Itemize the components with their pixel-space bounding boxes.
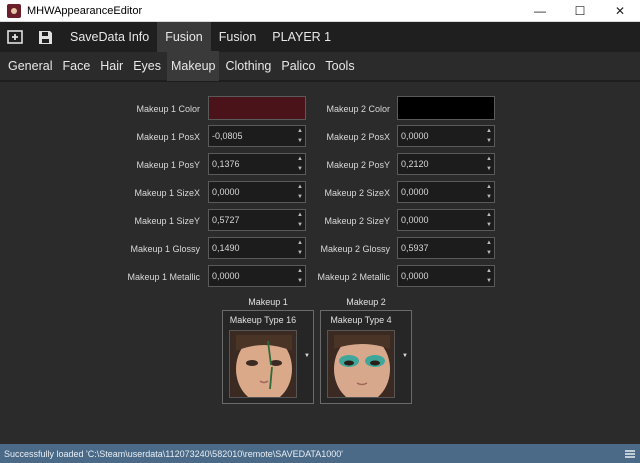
tab-tools[interactable]: Tools: [321, 51, 358, 81]
makeup1-type-picker[interactable]: Makeup Type 16 ▼: [222, 310, 314, 404]
makeup2-metallic-value: 0,0000: [401, 271, 429, 281]
makeup1-posy-label: Makeup 1 PosY: [136, 160, 200, 170]
tab-fusion-active[interactable]: Fusion: [157, 22, 211, 52]
tab-eyes[interactable]: Eyes: [129, 51, 165, 81]
status-bar: Successfully loaded 'C:\Steam\userdata\1…: [0, 444, 640, 463]
makeup2-glossy-value: 0,5937: [401, 243, 429, 253]
tab-face[interactable]: Face: [58, 51, 94, 81]
spinner-arrows-icon[interactable]: ▲ ▼: [484, 238, 494, 258]
makeup2-metallic-input[interactable]: 0,0000 ▲ ▼: [397, 265, 495, 287]
makeup2-sizey-label: Makeup 2 SizeY: [324, 216, 390, 226]
spinner-arrows-icon[interactable]: ▲ ▼: [484, 266, 494, 286]
window-title: MHWAppearanceEditor: [27, 4, 143, 17]
makeup2-color-label: Makeup 2 Color: [326, 104, 390, 114]
tab-savedata-info[interactable]: SaveData Info: [62, 22, 157, 52]
tab-makeup[interactable]: Makeup: [167, 51, 220, 81]
spinner-arrows-icon[interactable]: ▲ ▼: [484, 210, 494, 230]
makeup1-posx-label: Makeup 1 PosX: [136, 132, 200, 142]
save-icon[interactable]: [30, 22, 60, 52]
makeup2-color-swatch[interactable]: [397, 96, 495, 120]
makeup1-color-label: Makeup 1 Color: [136, 104, 200, 114]
makeup1-metallic-label: Makeup 1 Metallic: [127, 272, 200, 282]
new-file-icon[interactable]: [0, 22, 30, 52]
spinner-arrows-icon[interactable]: ▲ ▼: [484, 154, 494, 174]
makeup2-metallic-label: Makeup 2 Metallic: [317, 272, 390, 282]
makeup2-posy-label: Makeup 2 PosY: [326, 160, 390, 170]
app-icon: [7, 3, 21, 18]
tab-clothing[interactable]: Clothing: [221, 51, 275, 81]
makeup2-posx-label: Makeup 2 PosX: [326, 132, 390, 142]
makeup2-posx-input[interactable]: 0,0000 ▲ ▼: [397, 125, 495, 147]
makeup2-type-picker[interactable]: Makeup Type 4 ▼: [320, 310, 412, 404]
tab-general[interactable]: General: [4, 51, 56, 81]
sub-tabs: General Face Hair Eyes Makeup Clothing P…: [0, 51, 640, 82]
makeup2-glossy-label: Makeup 2 Glossy: [320, 244, 390, 254]
makeup2-posx-value: 0,0000: [401, 131, 429, 141]
menu-icon[interactable]: [620, 444, 640, 463]
makeup2-posy-value: 0,2120: [401, 159, 429, 169]
dropdown-arrow-icon[interactable]: ▼: [303, 353, 311, 359]
makeup1-sizex-label: Makeup 1 SizeX: [134, 188, 200, 198]
makeup1-type-name: Makeup Type 16: [229, 315, 297, 325]
minimize-button[interactable]: —: [520, 0, 560, 22]
makeup1-sizey-label: Makeup 1 SizeY: [134, 216, 200, 226]
makeup2-sizex-value: 0,0000: [401, 187, 429, 197]
title-bar: MHWAppearanceEditor — ☐ ✕: [0, 0, 640, 22]
close-button[interactable]: ✕: [600, 0, 640, 22]
makeup2-sizex-input[interactable]: 0,0000 ▲ ▼: [397, 181, 495, 203]
top-toolbar: SaveData Info Fusion Fusion PLAYER 1: [0, 22, 640, 52]
makeup2-face-preview: [327, 330, 395, 398]
makeup2-glossy-input[interactable]: 0,5937 ▲ ▼: [397, 237, 495, 259]
makeup1-section-title: Makeup 1: [248, 297, 288, 307]
makeup2-sizey-value: 0,0000: [401, 215, 429, 225]
makeup2-type-name: Makeup Type 4: [330, 315, 392, 325]
maximize-button[interactable]: ☐: [560, 0, 600, 22]
makeup2-sizex-label: Makeup 2 SizeX: [324, 188, 390, 198]
makeup1-face-preview: [229, 330, 297, 398]
tab-player-1[interactable]: PLAYER 1: [264, 22, 339, 52]
tab-hair[interactable]: Hair: [96, 51, 127, 81]
makeup2-posy-input[interactable]: 0,2120 ▲ ▼: [397, 153, 495, 175]
spinner-arrows-icon[interactable]: ▲ ▼: [484, 126, 494, 146]
makeup2-sizey-input[interactable]: 0,0000 ▲ ▼: [397, 209, 495, 231]
dropdown-arrow-icon[interactable]: ▼: [401, 353, 409, 359]
makeup1-glossy-label: Makeup 1 Glossy: [130, 244, 200, 254]
spinner-arrows-icon[interactable]: ▲ ▼: [484, 182, 494, 202]
tab-fusion[interactable]: Fusion: [211, 22, 265, 52]
status-message: Successfully loaded 'C:\Steam\userdata\1…: [4, 448, 343, 459]
tab-palico[interactable]: Palico: [277, 51, 319, 81]
makeup2-section-title: Makeup 2: [346, 297, 386, 307]
